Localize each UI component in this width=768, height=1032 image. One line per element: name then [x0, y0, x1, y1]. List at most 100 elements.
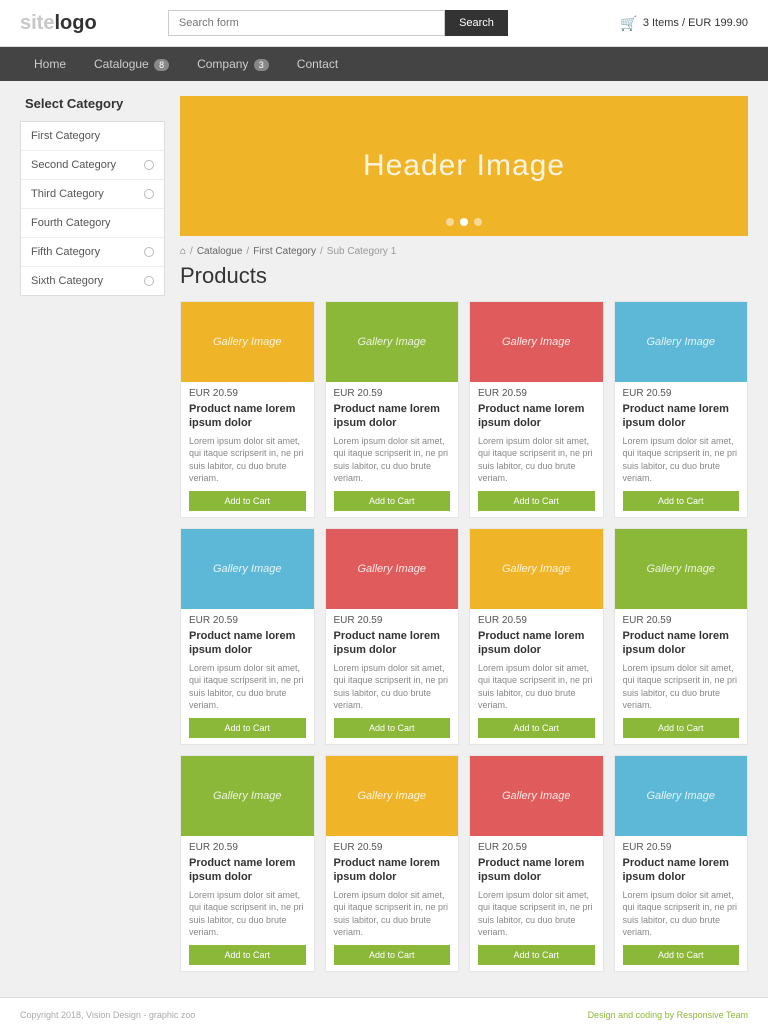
nav-home[interactable]: Home [20, 47, 80, 81]
hero-dot-3[interactable] [474, 218, 482, 226]
sidebar-dot-fifth [144, 247, 154, 257]
product-image: Gallery Image [326, 756, 459, 836]
breadcrumb-home[interactable]: ⌂ [180, 246, 186, 257]
product-name: Product name lorem ipsum dolor [334, 629, 451, 658]
product-price: EUR 20.59 [478, 842, 595, 853]
product-info: EUR 20.59 Product name lorem ipsum dolor… [181, 609, 314, 744]
nav-catalogue[interactable]: Catalogue 8 [80, 47, 183, 81]
add-to-cart-button[interactable]: Add to Cart [189, 491, 306, 511]
sidebar-item-first[interactable]: First Category [21, 122, 164, 151]
add-to-cart-button[interactable]: Add to Cart [334, 718, 451, 738]
product-name: Product name lorem ipsum dolor [334, 402, 451, 431]
sidebar-item-sixth[interactable]: Sixth Category [21, 267, 164, 295]
product-price: EUR 20.59 [623, 842, 740, 853]
sidebar-label-first: First Category [31, 130, 100, 142]
product-desc: Lorem ipsum dolor sit amet, qui itaque s… [189, 889, 306, 939]
sidebar-dot-second [144, 160, 154, 170]
breadcrumb-current: Sub Category 1 [327, 246, 397, 257]
product-image: Gallery Image [615, 302, 748, 382]
product-card: Gallery Image EUR 20.59 Product name lor… [325, 301, 460, 518]
site-logo: sitelogo [20, 12, 97, 35]
gallery-image-label: Gallery Image [502, 790, 570, 802]
product-name: Product name lorem ipsum dolor [623, 402, 740, 431]
product-name: Product name lorem ipsum dolor [623, 856, 740, 885]
product-image: Gallery Image [181, 756, 314, 836]
product-desc: Lorem ipsum dolor sit amet, qui itaque s… [623, 435, 740, 485]
top-header: sitelogo Search 🛒 3 Items / EUR 199.90 [0, 0, 768, 47]
product-price: EUR 20.59 [478, 615, 595, 626]
add-to-cart-button[interactable]: Add to Cart [189, 718, 306, 738]
add-to-cart-button[interactable]: Add to Cart [623, 718, 740, 738]
logo-text: site [20, 12, 54, 34]
product-info: EUR 20.59 Product name lorem ipsum dolor… [181, 382, 314, 517]
catalogue-badge: 8 [154, 59, 169, 71]
add-to-cart-button[interactable]: Add to Cart [623, 945, 740, 965]
product-desc: Lorem ipsum dolor sit amet, qui itaque s… [623, 662, 740, 712]
search-input[interactable] [168, 10, 445, 36]
product-info: EUR 20.59 Product name lorem ipsum dolor… [326, 382, 459, 517]
footer-right: Design and coding by Responsive Team [588, 1010, 748, 1020]
product-desc: Lorem ipsum dolor sit amet, qui itaque s… [334, 435, 451, 485]
product-info: EUR 20.59 Product name lorem ipsum dolor… [470, 382, 603, 517]
breadcrumb-catalogue[interactable]: Catalogue [197, 246, 243, 257]
footer-left: Copyright 2018, Vision Design - graphic … [20, 1010, 195, 1020]
add-to-cart-button[interactable]: Add to Cart [478, 491, 595, 511]
sidebar-title: Select Category [20, 96, 165, 111]
sidebar-dot-third [144, 189, 154, 199]
product-card: Gallery Image EUR 20.59 Product name lor… [614, 301, 749, 518]
hero-title: Header Image [363, 149, 565, 183]
breadcrumb-sep-2: / [246, 246, 249, 257]
sidebar-item-fifth[interactable]: Fifth Category [21, 238, 164, 267]
product-price: EUR 20.59 [334, 842, 451, 853]
cart-icon: 🛒 [620, 15, 637, 32]
sidebar-label-third: Third Category [31, 188, 104, 200]
add-to-cart-button[interactable]: Add to Cart [623, 491, 740, 511]
sidebar-label-second: Second Category [31, 159, 116, 171]
hero-dot-1[interactable] [446, 218, 454, 226]
search-button[interactable]: Search [445, 10, 508, 36]
add-to-cart-button[interactable]: Add to Cart [478, 945, 595, 965]
nav-company[interactable]: Company 3 [183, 47, 283, 81]
gallery-image-label: Gallery Image [647, 336, 715, 348]
product-image: Gallery Image [470, 529, 603, 609]
hero-dot-2[interactable] [460, 218, 468, 226]
breadcrumb-first-category[interactable]: First Category [253, 246, 316, 257]
sidebar-item-third[interactable]: Third Category [21, 180, 164, 209]
product-price: EUR 20.59 [189, 388, 306, 399]
product-info: EUR 20.59 Product name lorem ipsum dolor… [615, 382, 748, 517]
logo-accent: logo [54, 12, 96, 34]
product-info: EUR 20.59 Product name lorem ipsum dolor… [326, 836, 459, 971]
breadcrumb-sep-1: / [190, 246, 193, 257]
add-to-cart-button[interactable]: Add to Cart [334, 491, 451, 511]
product-card: Gallery Image EUR 20.59 Product name lor… [325, 755, 460, 972]
nav-bar: Home Catalogue 8 Company 3 Contact [0, 47, 768, 81]
cart-text: 3 Items / EUR 199.90 [643, 17, 748, 29]
product-image: Gallery Image [181, 302, 314, 382]
gallery-image-label: Gallery Image [213, 563, 281, 575]
product-card: Gallery Image EUR 20.59 Product name lor… [180, 755, 315, 972]
sidebar-item-fourth[interactable]: Fourth Category [21, 209, 164, 238]
breadcrumb-sep-3: / [320, 246, 323, 257]
cart-info: 🛒 3 Items / EUR 199.90 [620, 15, 748, 32]
gallery-image-label: Gallery Image [502, 563, 570, 575]
product-price: EUR 20.59 [189, 615, 306, 626]
product-card: Gallery Image EUR 20.59 Product name lor… [614, 755, 749, 972]
add-to-cart-button[interactable]: Add to Cart [478, 718, 595, 738]
product-desc: Lorem ipsum dolor sit amet, qui itaque s… [478, 435, 595, 485]
sidebar-item-second[interactable]: Second Category [21, 151, 164, 180]
nav-contact[interactable]: Contact [283, 47, 352, 81]
product-price: EUR 20.59 [189, 842, 306, 853]
product-card: Gallery Image EUR 20.59 Product name lor… [180, 528, 315, 745]
add-to-cart-button[interactable]: Add to Cart [334, 945, 451, 965]
product-name: Product name lorem ipsum dolor [478, 402, 595, 431]
hero-banner: Header Image [180, 96, 748, 236]
product-desc: Lorem ipsum dolor sit amet, qui itaque s… [189, 435, 306, 485]
product-card: Gallery Image EUR 20.59 Product name lor… [469, 528, 604, 745]
product-desc: Lorem ipsum dolor sit amet, qui itaque s… [478, 889, 595, 939]
add-to-cart-button[interactable]: Add to Cart [189, 945, 306, 965]
search-bar: Search [168, 10, 508, 36]
sidebar-label-sixth: Sixth Category [31, 275, 103, 287]
product-card: Gallery Image EUR 20.59 Product name lor… [469, 301, 604, 518]
product-image: Gallery Image [615, 756, 748, 836]
company-badge: 3 [254, 59, 269, 71]
